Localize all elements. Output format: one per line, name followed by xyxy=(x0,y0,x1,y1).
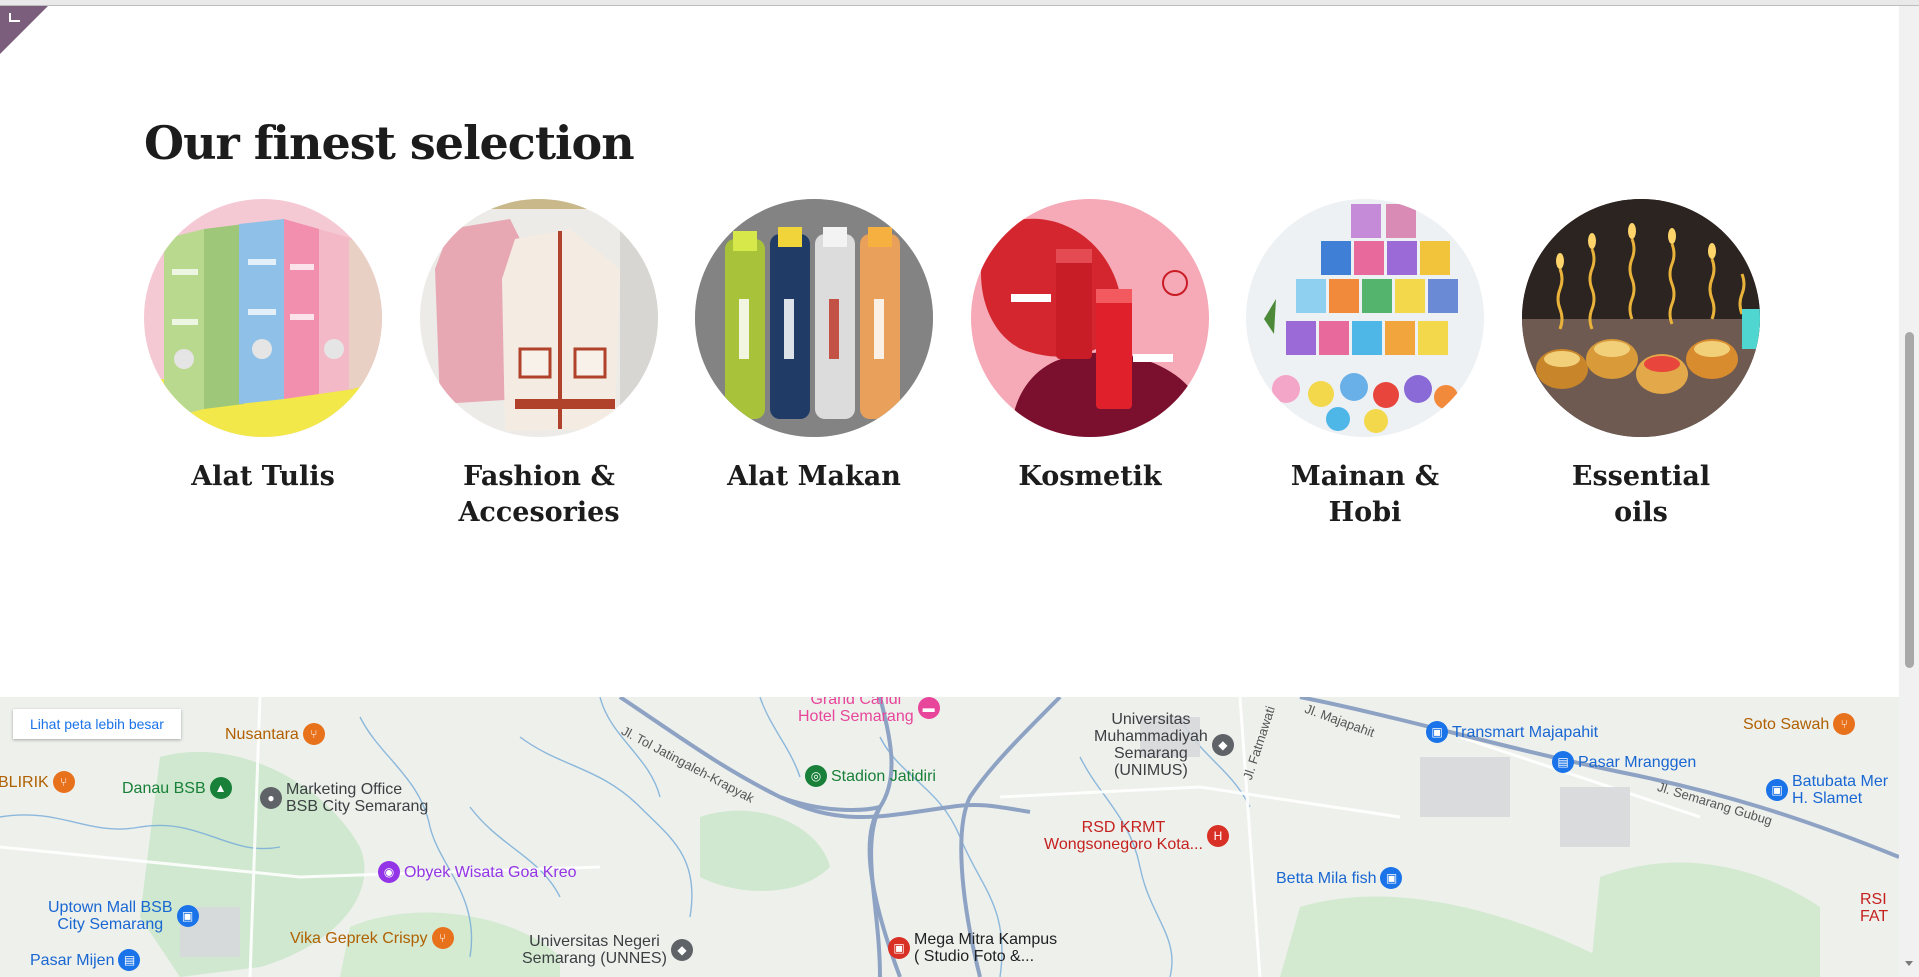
restaurant-icon: ⑂ xyxy=(1833,713,1856,735)
browser-top-edge xyxy=(0,0,1919,6)
pen-holders-photo[interactable] xyxy=(144,199,382,437)
restaurant-icon: ⑂ xyxy=(431,927,454,949)
poi-rsd-krmt[interactable]: H RSD KRMT Wongsonegoro Kota... xyxy=(1044,819,1229,853)
candles-photo[interactable] xyxy=(1522,199,1760,437)
place-icon: ● xyxy=(260,787,282,809)
corner-arrow-icon xyxy=(9,13,20,22)
cardigans-photo[interactable] xyxy=(420,199,658,437)
school-icon: ◆ xyxy=(670,939,693,961)
poi-nusantara[interactable]: ⑂ Nusantara xyxy=(225,723,325,745)
cart-icon: ▤ xyxy=(1552,751,1574,773)
poi-blirik[interactable]: ⑂ BLIRIK xyxy=(0,771,75,793)
stadium-icon: ◎ xyxy=(805,765,827,787)
poi-stadion-jatidiri[interactable]: ◎ Stadion Jatidiri xyxy=(805,765,936,787)
enlarge-map-button[interactable]: Lihat peta lebih besar xyxy=(13,709,181,739)
category-mainan-hobi[interactable]: Mainan & Hobi xyxy=(1215,199,1515,531)
brick-figures-photo[interactable] xyxy=(1246,199,1484,437)
category-fashion-accesories[interactable]: Fashion & Accesories xyxy=(389,199,689,531)
poi-vika-geprek[interactable]: ⑂ Vika Geprek Crispy xyxy=(290,927,454,949)
category-essential-oils[interactable]: Essential oils xyxy=(1491,199,1791,531)
camera-icon: ◉ xyxy=(378,861,400,883)
category-kosmetik[interactable]: Kosmetik xyxy=(940,199,1240,495)
park-icon: ▲ xyxy=(209,777,232,799)
poi-soto-sawah[interactable]: ⑂ Soto Sawah xyxy=(1743,713,1856,735)
category-label[interactable]: Alat Makan xyxy=(664,459,964,495)
category-label[interactable]: Mainan & Hobi xyxy=(1215,459,1515,531)
shopping-bag-icon: ▣ xyxy=(1380,867,1403,889)
hospital-icon: H xyxy=(1206,825,1229,847)
shopping-bag-icon: ▣ xyxy=(888,937,910,959)
bottles-photo[interactable] xyxy=(695,199,933,437)
category-list: Alat Tulis Fashion & Accesories Alat Mak… xyxy=(0,199,1900,539)
poi-uptown-mall[interactable]: ▣ Uptown Mall BSB City Semarang xyxy=(48,899,199,933)
poi-mega-mitra-kampus[interactable]: ▣ Mega Mitra Kampus ( Studio Foto &... xyxy=(888,931,1057,965)
poi-goa-kreo[interactable]: ◉ Obyek Wisata Goa Kreo xyxy=(378,861,577,883)
category-label[interactable]: Essential oils xyxy=(1491,459,1791,531)
poi-rsi-fat[interactable]: RSI FAT xyxy=(1860,891,1888,925)
poi-betta-mila-fish[interactable]: ▣ Betta Mila fish xyxy=(1276,867,1403,889)
poi-marketing-office-bsb[interactable]: ● Marketing Office BSB City Semarang xyxy=(260,781,428,815)
corner-toggle[interactable] xyxy=(0,6,48,54)
poi-batubata-merah[interactable]: ▣ Batubata Mer H. Slamet xyxy=(1766,773,1888,807)
poi-pasar-mranggen[interactable]: ▤ Pasar Mranggen xyxy=(1552,751,1696,773)
school-icon: ◆ xyxy=(1211,734,1234,756)
restaurant-icon: ⑂ xyxy=(52,771,75,793)
poi-unnes[interactable]: ◆ Universitas Negeri Semarang (UNNES) xyxy=(522,933,693,967)
poi-grand-candi-hotel[interactable]: ▬ Grand Candi Hotel Semarang xyxy=(798,697,940,725)
embedded-map[interactable]: Lihat peta lebih besar ▬ Grand Candi Hot… xyxy=(0,697,1899,977)
shopping-bag-icon: ▣ xyxy=(176,905,199,927)
shopping-bag-icon: ▣ xyxy=(1766,779,1788,801)
page-scrollbar[interactable] xyxy=(1899,6,1919,977)
lip-tint-photo[interactable] xyxy=(971,199,1209,437)
scroll-down-arrow-icon[interactable] xyxy=(1905,961,1913,966)
category-label[interactable]: Fashion & Accesories xyxy=(389,459,689,531)
section-title: Our finest selection xyxy=(144,116,635,170)
restaurant-icon: ⑂ xyxy=(302,723,325,745)
poi-unimus[interactable]: ◆ Universitas Muhammadiyah Semarang (UNI… xyxy=(1094,711,1234,779)
poi-danau-bsb[interactable]: ▲ Danau BSB xyxy=(122,777,232,799)
category-alat-tulis[interactable]: Alat Tulis xyxy=(113,199,413,495)
category-alat-makan[interactable]: Alat Makan xyxy=(664,199,964,495)
category-label[interactable]: Kosmetik xyxy=(940,459,1240,495)
poi-pasar-mijen[interactable]: ▤ Pasar Mijen xyxy=(30,949,141,971)
category-label[interactable]: Alat Tulis xyxy=(113,459,413,495)
scrollbar-thumb[interactable] xyxy=(1905,332,1914,668)
shopping-bag-icon: ▣ xyxy=(1426,721,1448,743)
poi-transmart-majapahit[interactable]: ▣ Transmart Majapahit xyxy=(1426,721,1598,743)
hotel-icon: ▬ xyxy=(917,697,940,719)
cart-icon: ▤ xyxy=(118,949,141,971)
